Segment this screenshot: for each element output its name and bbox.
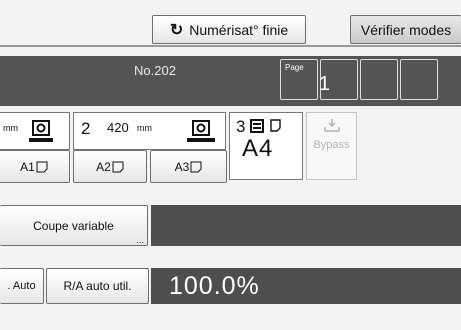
paper-size-a1-button[interactable]: A1 [0,150,70,183]
tray-3-button[interactable]: 3 A4 [229,112,303,180]
portrait-page-icon [190,161,202,172]
paper-size-a2-label: A2 [96,159,111,174]
ratio-display: 100.0% [151,268,461,304]
ra-auto-use-button[interactable]: R/A auto util. [46,268,149,304]
scan-done-label: Numérisat° finie [189,21,289,38]
paper-size-a3-label: A3 [174,159,190,174]
paper-size-a3-button[interactable]: A3 [150,150,227,183]
bypass-label: Bypass [313,139,350,151]
page-caption: Page [285,63,304,72]
more-options-icon: ... [136,235,144,245]
tray-3-number: 3 [236,117,246,136]
variable-cut-label: Coupe variable [33,218,114,233]
variable-cut-display [151,205,461,246]
tray-2-unit: mm [137,123,152,133]
tray-3-size: A4 [242,135,274,162]
bypass-tray-icon [323,119,340,132]
portrait-page-icon [112,161,124,172]
verify-modes-label: Vérifier modes [360,21,452,38]
status-box-3 [360,59,398,100]
roll-paper-icon [187,120,215,142]
toolbar-divider [0,45,461,47]
paper-size-a2-button[interactable]: A2 [73,150,147,183]
page-number: 1 [318,73,330,95]
job-number: No.202 [134,63,176,78]
auto-label: . Auto [7,280,36,292]
ratio-value: 100.0% [169,271,260,300]
scan-done-button[interactable]: ↻ Numérisat° finie [152,15,306,44]
tray-2-button[interactable]: 2 420 mm [73,112,226,150]
tray-1-unit: mm [3,123,18,133]
tray-2-number: 2 [81,119,91,138]
variable-cut-button[interactable]: Coupe variable ... [0,205,148,246]
ra-auto-label: R/A auto util. [63,279,132,293]
tray-1-button[interactable]: mm [0,112,70,150]
tray-2-size: 420 [107,120,129,135]
bypass-tray-button[interactable]: Bypass [306,112,357,180]
paper-size-a1-label: A1 [20,159,35,174]
return-arrow-icon: ↻ [169,21,184,39]
verify-modes-button[interactable]: Vérifier modes [350,15,461,44]
status-box-4 [400,59,438,100]
roll-paper-icon [29,120,53,142]
paper-stack-icon [250,119,281,133]
auto-reduce-enlarge-button[interactable]: . Auto [0,268,44,304]
portrait-page-icon [36,161,48,172]
